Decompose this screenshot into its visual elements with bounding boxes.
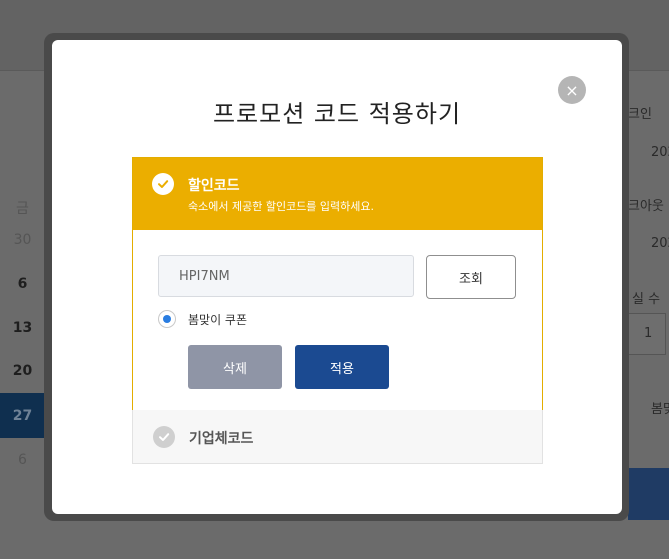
calendar-day: 6 — [17, 275, 28, 292]
background-coupon-label: 봄맞 — [651, 402, 669, 417]
calendar-day-selected: 27 — [0, 393, 45, 438]
discount-code-input[interactable] — [158, 255, 414, 297]
close-button[interactable]: × — [558, 76, 586, 104]
background-checkin-label: 크인 — [628, 107, 652, 122]
calendar-day: 6 — [18, 451, 27, 468]
discount-code-title: 할인코드 — [188, 178, 240, 194]
radio-selected-dot — [163, 315, 171, 323]
check-icon — [152, 173, 174, 195]
check-icon — [153, 426, 175, 448]
corporate-code-title: 기업체코드 — [189, 431, 254, 447]
calendar-day: 30 — [13, 231, 32, 248]
delete-button[interactable]: 삭제 — [188, 345, 282, 389]
background-room-count-value: 1 — [644, 326, 653, 341]
promo-code-modal: 프로모션 코드 적용하기 × 할인코드 숙소에서 제공한 할인코드를 입력하세요… — [52, 40, 622, 514]
modal-title: 프로모션 코드 적용하기 — [212, 100, 462, 128]
background-submit-button — [628, 468, 669, 520]
lookup-button[interactable]: 조회 — [426, 255, 516, 299]
calendar-day: 13 — [12, 319, 33, 336]
discount-code-header[interactable]: 할인코드 숙소에서 제공한 할인코드를 입력하세요. — [133, 158, 542, 230]
coupon-option[interactable]: 봄맞이 쿠폰 — [158, 310, 247, 328]
apply-button[interactable]: 적용 — [295, 345, 389, 389]
discount-code-section: 할인코드 숙소에서 제공한 할인코드를 입력하세요. 조회 봄맞이 쿠폰 삭제 … — [132, 157, 543, 411]
close-icon: × — [565, 80, 579, 100]
calendar-day: 20 — [12, 362, 33, 379]
background-checkout-date: 202 — [651, 236, 669, 251]
coupon-option-label: 봄맞이 쿠폰 — [188, 312, 248, 327]
discount-code-description: 숙소에서 제공한 할인코드를 입력하세요. — [188, 200, 375, 213]
coupon-radio[interactable] — [158, 310, 176, 328]
background-room-count-label: 실 수 — [632, 292, 661, 307]
background-checkin-date: 202 — [651, 145, 669, 160]
background-checkout-label: 크아웃 — [628, 199, 664, 214]
corporate-code-section[interactable]: 기업체코드 — [132, 410, 543, 464]
